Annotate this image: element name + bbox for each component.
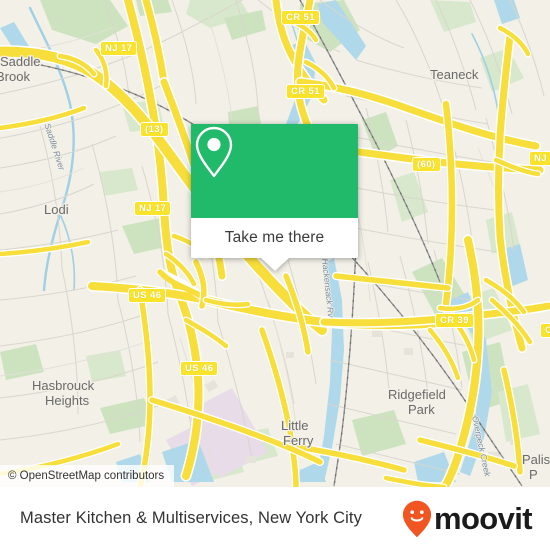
road-shield-label: NJ 17 [105, 43, 133, 54]
road-shield-c: C [540, 323, 550, 338]
road-shield-cr-51: CR 51 [281, 10, 320, 25]
popup-header [191, 124, 358, 218]
moovit-wordmark: moovit [433, 501, 533, 536]
place-label: Little [281, 418, 309, 433]
road-shield-nj-17-2: NJ 17 [134, 201, 172, 216]
map-screenshot: .rd { stroke:#F7DE3A; fill:none; stroke-… [0, 0, 550, 550]
road-shield-label: (60) [417, 159, 436, 170]
road-shield-nj: NJ [529, 151, 550, 166]
road-shield-label: NJ [534, 153, 547, 164]
place-label: Saddle [0, 54, 41, 69]
moovit-logo[interactable]: moovit [402, 487, 533, 550]
road-shield-label: US 46 [133, 290, 162, 301]
road-shield-us-46-2: US 46 [180, 361, 219, 376]
road-shield-nj-17: NJ 17 [100, 41, 138, 56]
road-shield-label: (13) [145, 124, 164, 135]
road-shield-us-46: US 46 [128, 288, 167, 303]
road-shield-13: (13) [140, 122, 169, 137]
road-shield-cr-39: CR 39 [435, 313, 474, 328]
osm-attribution[interactable]: © OpenStreetMap contributors [0, 465, 175, 487]
place-label: Ferry [283, 433, 314, 448]
place-label: P [529, 467, 538, 482]
take-me-there-label: Take me there [224, 229, 325, 246]
road-shield-cr-51-2: CR 51 [286, 84, 325, 99]
place-label: Palis [522, 452, 550, 467]
moovit-smiley-pin-icon [402, 500, 432, 538]
place-label: Park [408, 402, 435, 417]
road-shield-label: C [545, 325, 550, 336]
place-label: Brook [0, 69, 30, 84]
road-shield-60: (60) [412, 157, 441, 172]
road-shield-label: CR 51 [291, 86, 320, 97]
road-shield-label: CR 51 [286, 12, 315, 23]
place-label: Teaneck [430, 67, 479, 82]
road-shield-label: NJ 17 [139, 203, 167, 214]
place-label: Ridgefield [388, 387, 446, 402]
place-title: Master Kitchen & Multiservices, New York… [20, 509, 362, 527]
road-shield-label: CR 39 [440, 315, 469, 326]
road-shield-label: US 46 [185, 363, 214, 374]
place-label: Lodi [44, 202, 69, 217]
popup-pointer-arrow [260, 258, 289, 271]
place-label: Hasbrouck [32, 378, 95, 393]
popup-footer[interactable]: Take me there [191, 218, 358, 258]
footer-bar: Master Kitchen & Multiservices, New York… [0, 487, 550, 550]
place-label: Heights [45, 393, 90, 408]
map-canvas[interactable]: .rd { stroke:#F7DE3A; fill:none; stroke-… [0, 0, 550, 487]
map-marker-popup[interactable]: Take me there [191, 124, 358, 271]
